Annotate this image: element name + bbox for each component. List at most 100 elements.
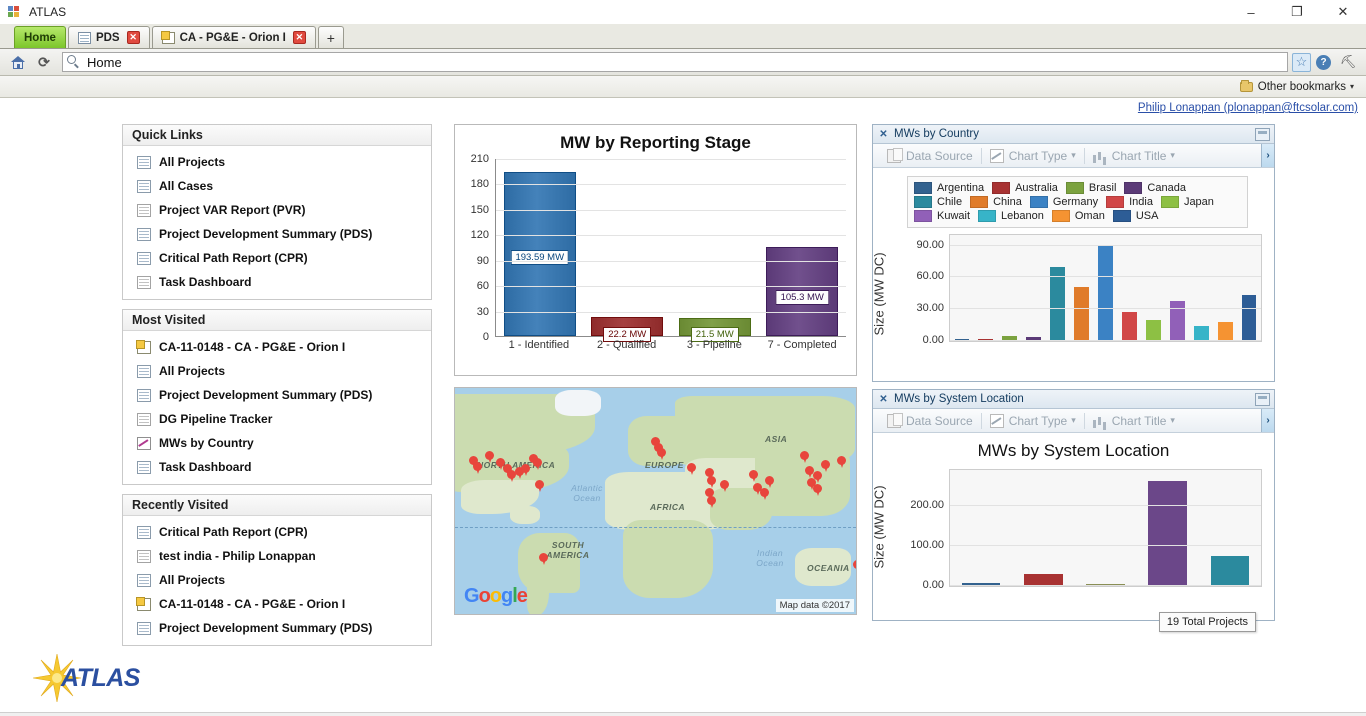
sidebar-item-project-development-summary[interactable]: Project Development Summary (PDS) — [123, 616, 431, 640]
chart-title-button[interactable]: Chart Title ▾ — [1085, 149, 1183, 163]
legend-swatch — [1029, 196, 1048, 208]
sidebar-item-ca-11-0148[interactable]: CA-11-0148 - CA - PG&E - Orion I — [123, 592, 431, 616]
chart-type-button[interactable]: Chart Type ▾ — [982, 413, 1084, 428]
restore-button[interactable]: ❐ — [1274, 0, 1320, 24]
address-bar[interactable]: Home — [62, 52, 1288, 72]
data-source-button[interactable]: Data Source — [879, 412, 981, 428]
world-map[interactable]: NORTH AMERICA SOUTH AMERICA AFRICA EUROP… — [454, 387, 857, 615]
legend-item[interactable]: USA — [1112, 210, 1163, 222]
map-pin-icon[interactable] — [687, 463, 696, 475]
settings-wrench-icon[interactable]: ⛏ — [1340, 54, 1357, 70]
sidebar-item-mws-by-country[interactable]: MWs by Country — [123, 431, 431, 455]
ocean-label: Indian Ocean — [756, 548, 784, 568]
bar[interactable]: 22.2 MW — [591, 317, 664, 343]
map-pin-icon[interactable] — [707, 496, 716, 508]
map-pin-icon[interactable] — [485, 451, 494, 463]
legend-item[interactable]: Kuwait — [914, 210, 974, 222]
legend-item[interactable]: China — [970, 196, 1026, 208]
sidebar-item-project-var-report[interactable]: Project VAR Report (PVR) — [123, 198, 431, 222]
tab-ca-pge-orion-i[interactable]: CA - PG&E - Orion I ✕ — [151, 26, 316, 48]
new-tab-button[interactable]: + — [317, 26, 344, 48]
user-account-link[interactable]: Philip Lonappan (plonappan@ftcsolar.com) — [1138, 102, 1358, 114]
map-pin-icon[interactable] — [760, 488, 769, 500]
minimize-button[interactable]: – — [1228, 0, 1274, 24]
reload-button[interactable]: ⟳ — [32, 51, 56, 73]
bar[interactable] — [1148, 481, 1187, 586]
bar[interactable] — [1210, 556, 1250, 586]
map-pin-icon[interactable] — [749, 470, 758, 482]
legend-item[interactable]: Canada — [1124, 182, 1190, 194]
sidebar-item-all-cases[interactable]: All Cases — [123, 174, 431, 198]
bar[interactable] — [1122, 312, 1137, 341]
map-pin-icon[interactable] — [720, 480, 729, 492]
sidebar-item-task-dashboard[interactable]: Task Dashboard — [123, 455, 431, 479]
sidebar-item-ca-11-0148[interactable]: CA-11-0148 - CA - PG&E - Orion I — [123, 335, 431, 359]
map-pin-icon[interactable] — [473, 462, 482, 474]
bar[interactable] — [1193, 326, 1209, 341]
legend-item[interactable]: Brasil — [1065, 182, 1121, 194]
bar[interactable] — [1217, 321, 1233, 341]
map-pin-icon[interactable] — [535, 480, 544, 492]
bar[interactable] — [1098, 245, 1113, 341]
close-icon[interactable]: ✕ — [877, 129, 890, 140]
bar[interactable] — [1074, 286, 1089, 341]
bar[interactable]: 21.5 MW — [678, 317, 751, 343]
sidebar-item-label: Task Dashboard — [159, 460, 252, 474]
chart-type-button[interactable]: Chart Type ▾ — [982, 148, 1084, 163]
legend-item[interactable]: Chile — [914, 196, 966, 208]
close-icon[interactable]: ✕ — [292, 31, 306, 44]
tab-home[interactable]: Home — [14, 26, 66, 48]
close-icon[interactable]: ✕ — [877, 394, 890, 405]
map-pin-icon[interactable] — [837, 456, 846, 468]
close-icon[interactable]: ✕ — [126, 31, 140, 44]
map-pin-icon[interactable] — [800, 451, 809, 463]
minimize-icon[interactable] — [1255, 127, 1270, 141]
map-pin-icon[interactable] — [657, 448, 666, 460]
search-icon — [67, 55, 81, 69]
map-pin-icon[interactable] — [533, 458, 542, 470]
map-pin-icon[interactable] — [707, 476, 716, 488]
gridline — [950, 340, 1261, 341]
legend-item[interactable]: India — [1106, 196, 1157, 208]
legend-item[interactable]: Australia — [992, 182, 1062, 194]
sidebar-item-critical-path-report[interactable]: Critical Path Report (CPR) — [123, 520, 431, 544]
legend-item[interactable]: Germany — [1029, 196, 1102, 208]
sidebar-item-project-development-summary[interactable]: Project Development Summary (PDS) — [123, 383, 431, 407]
atlas-logo: ATLAS — [33, 652, 153, 704]
toolbar-expand-button[interactable]: › — [1261, 144, 1274, 167]
bar[interactable] — [1050, 267, 1066, 341]
plot-area: 193.59 MW 22.2 MW 21.5 MW 105.3 MW — [495, 159, 846, 343]
map-pin-icon[interactable] — [813, 484, 822, 496]
sidebar-item-task-dashboard[interactable]: Task Dashboard — [123, 270, 431, 294]
sidebar-item-critical-path-report[interactable]: Critical Path Report (CPR) — [123, 246, 431, 270]
tab-pds[interactable]: PDS ✕ — [67, 26, 150, 48]
legend-item[interactable]: Japan — [1160, 196, 1218, 208]
legend-item[interactable]: Oman — [1051, 210, 1109, 222]
sidebar-item-label: CA-11-0148 - CA - PG&E - Orion I — [159, 597, 346, 611]
bar[interactable] — [1169, 300, 1185, 341]
sidebar-item-all-projects[interactable]: All Projects — [123, 568, 431, 592]
chart-title-button[interactable]: Chart Title ▾ — [1085, 414, 1183, 428]
toolbar-expand-button[interactable]: › — [1261, 409, 1274, 432]
bookmark-star-icon[interactable]: ☆ — [1292, 52, 1311, 72]
bar[interactable] — [1145, 319, 1161, 341]
other-bookmarks-button[interactable]: Other bookmarks ▾ — [1239, 79, 1354, 93]
map-pin-icon[interactable] — [765, 476, 774, 488]
help-icon[interactable]: ? — [1316, 54, 1331, 70]
home-button[interactable] — [6, 51, 30, 73]
legend-item[interactable]: Argentina — [914, 182, 988, 194]
data-source-button[interactable]: Data Source — [879, 147, 981, 163]
sidebar-item-all-projects[interactable]: All Projects — [123, 359, 431, 383]
legend-item[interactable]: Lebanon — [978, 210, 1048, 222]
close-button[interactable]: ✕ — [1320, 0, 1366, 24]
map-pin-icon[interactable] — [853, 560, 856, 572]
map-pin-icon[interactable] — [539, 553, 548, 565]
sidebar-item-test-india[interactable]: test india - Philip Lonappan — [123, 544, 431, 568]
chart-title: MWs by System Location — [977, 441, 1170, 460]
minimize-icon[interactable] — [1255, 392, 1270, 406]
sidebar-item-project-development-summary[interactable]: Project Development Summary (PDS) — [123, 222, 431, 246]
sidebar-item-all-projects[interactable]: All Projects — [123, 150, 431, 174]
bar[interactable] — [1241, 295, 1257, 341]
sidebar-item-dg-pipeline-tracker[interactable]: DG Pipeline Tracker — [123, 407, 431, 431]
map-pin-icon[interactable] — [821, 460, 830, 472]
